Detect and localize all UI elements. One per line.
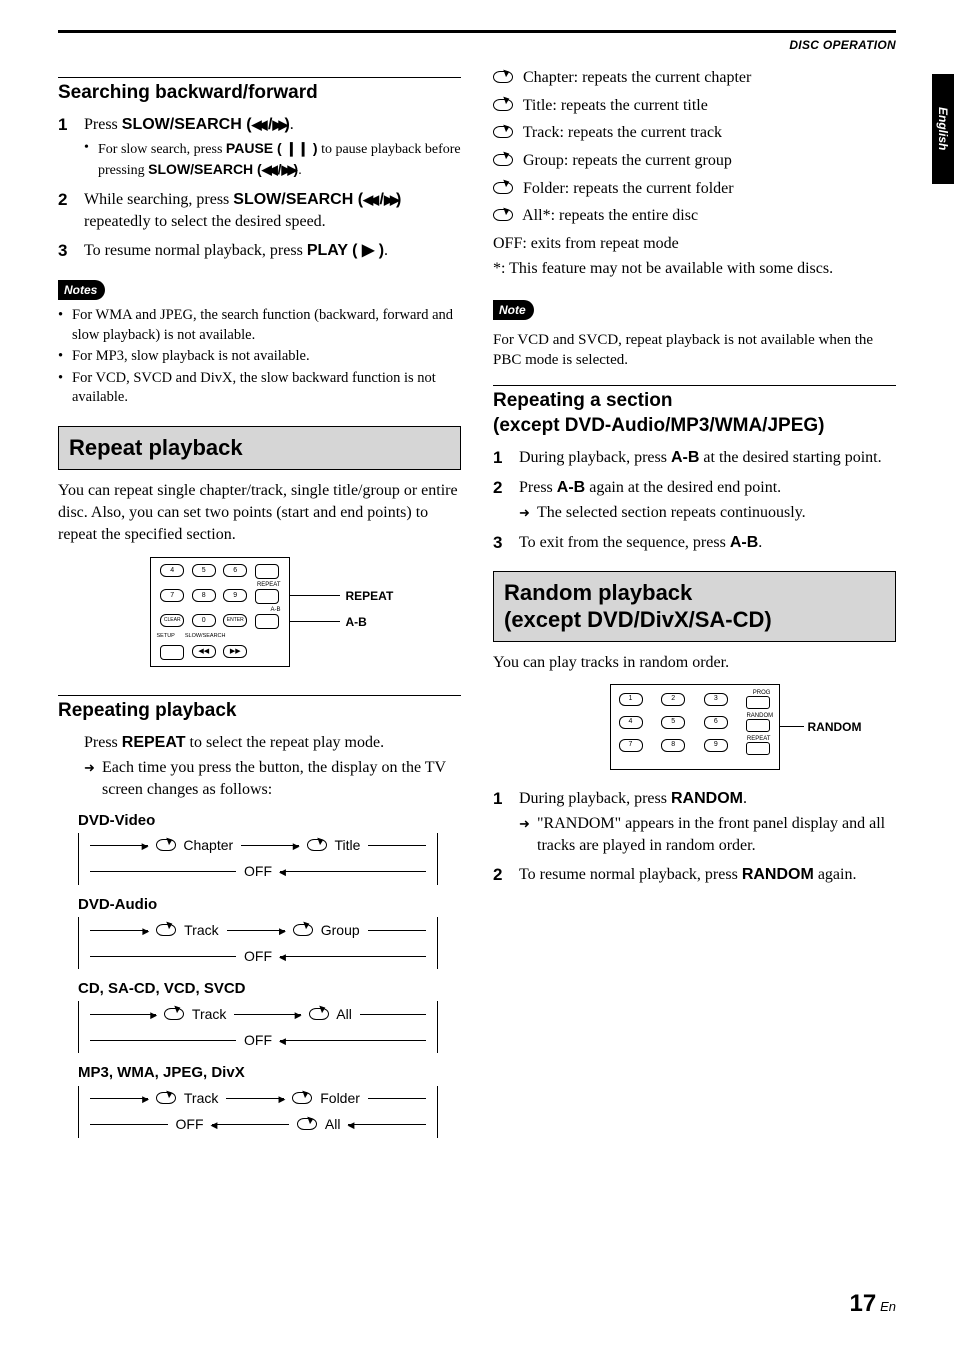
remote-repeat-btn bbox=[255, 589, 279, 604]
search-step-2: While searching, press SLOW/SEARCH (◀◀ /… bbox=[58, 189, 461, 232]
page-category: DISC OPERATION bbox=[58, 37, 896, 53]
cycle-dvd-video-title: DVD-Video bbox=[78, 811, 461, 831]
category-text: DISC OPERATION bbox=[789, 37, 896, 53]
left-column: Searching backward/forward Press SLOW/SE… bbox=[58, 67, 461, 1145]
remote-ab-btn bbox=[255, 614, 279, 629]
repeating-instruction: Press REPEAT to select the repeat play m… bbox=[84, 732, 461, 754]
repeat-icon bbox=[156, 839, 176, 851]
note-item: For WMA and JPEG, the search function (b… bbox=[58, 306, 461, 345]
language-tab: English bbox=[932, 74, 954, 184]
search-step-3: To resume normal playback, press PLAY ( … bbox=[58, 240, 461, 262]
remote-random-btn bbox=[746, 719, 770, 732]
manual-page: DISC OPERATION English Searching backwar… bbox=[0, 0, 954, 1348]
remote-diagram-repeat: 456 REPEAT 789 A-B CLEAR0ENTER SETUPSLOW… bbox=[110, 557, 410, 677]
search-steps: Press SLOW/SEARCH (◀◀ /▶▶). For slow sea… bbox=[58, 114, 461, 262]
callout-random: RANDOM bbox=[808, 719, 862, 735]
section-repeating-section: Repeating a section (except DVD-Audio/MP… bbox=[493, 388, 896, 439]
heading-repeat-playback: Repeat playback bbox=[58, 426, 461, 470]
random-step-1: During playback, press RANDOM. "RANDOM" … bbox=[493, 788, 896, 857]
search-notes-list: For WMA and JPEG, the search function (b… bbox=[58, 306, 461, 408]
search-step-1-sub: For slow search, press PAUSE ( ❙❙ ) to p… bbox=[84, 139, 461, 181]
section-searching: Searching backward/forward bbox=[58, 80, 461, 106]
rewind-icon: ◀◀ bbox=[252, 117, 264, 132]
forward-icon: ▶▶ bbox=[272, 117, 284, 132]
cycle-mp3-title: MP3, WMA, JPEG, DivX bbox=[78, 1063, 461, 1083]
note-item: For MP3, slow playback is not available. bbox=[58, 347, 461, 367]
cycle-dvd-audio: Track Group OFF bbox=[78, 917, 438, 969]
remote-side-btn bbox=[255, 564, 279, 579]
cycle-mp3: Track Folder OFF All bbox=[78, 1086, 438, 1138]
note-item: For VCD, SVCD and DivX, the slow backwar… bbox=[58, 369, 461, 408]
language-tab-text: English bbox=[935, 107, 951, 150]
ab-step-3: To exit from the sequence, press A-B. bbox=[493, 532, 896, 554]
callout-repeat: REPEAT bbox=[346, 588, 394, 604]
repeat-intro: You can repeat single chapter/track, sin… bbox=[58, 480, 461, 545]
random-intro: You can play tracks in random order. bbox=[493, 652, 896, 674]
ab-steps: During playback, press A-B at the desire… bbox=[493, 447, 896, 553]
remote-diagram-random: 123PROG 456RANDOM 789REPEAT RANDOM bbox=[540, 684, 850, 774]
heading-random-playback: Random playback (except DVD/DivX/SA-CD) bbox=[493, 571, 896, 642]
repeat-icon bbox=[493, 71, 513, 83]
cycle-dvd-video: Chapter Title OFF bbox=[78, 833, 438, 885]
page-number: 17 En bbox=[850, 1288, 897, 1320]
ab-step-2: Press A-B again at the desired end point… bbox=[493, 477, 896, 524]
note-label-right: Note bbox=[493, 300, 534, 320]
off-line: OFF: exits from repeat mode bbox=[493, 233, 896, 255]
cycle-dvd-audio-title: DVD-Audio bbox=[78, 895, 461, 915]
search-step-1: Press SLOW/SEARCH (◀◀ /▶▶). For slow sea… bbox=[58, 114, 461, 181]
top-rule bbox=[58, 30, 896, 33]
cycle-cd-title: CD, SA-CD, VCD, SVCD bbox=[78, 979, 461, 999]
ab-step-1: During playback, press A-B at the desire… bbox=[493, 447, 896, 469]
section-repeating-playback: Repeating playback bbox=[58, 698, 461, 724]
cycle-cd: Track All OFF bbox=[78, 1001, 438, 1053]
right-column: Chapter: repeats the current chapter Tit… bbox=[493, 67, 896, 1145]
remote-btn-4: 4 bbox=[160, 564, 184, 577]
random-step-2: To resume normal playback, press RANDOM … bbox=[493, 864, 896, 886]
callout-ab: A-B bbox=[346, 614, 367, 630]
repeat-mode-item: Chapter: repeats the current chapter bbox=[493, 67, 896, 89]
notes-label: Notes bbox=[58, 280, 105, 300]
asterisk-note: *: This feature may not be available wit… bbox=[493, 258, 896, 280]
remote-body: 456 REPEAT 789 A-B CLEAR0ENTER SETUPSLOW… bbox=[150, 557, 290, 667]
remote2-body: 123PROG 456RANDOM 789REPEAT bbox=[610, 684, 780, 770]
repeating-arrow-note: Each time you press the button, the disp… bbox=[84, 757, 461, 800]
note-text-right: For VCD and SVCD, repeat playback is not… bbox=[493, 330, 896, 371]
repeat-modes-list: Chapter: repeats the current chapter Tit… bbox=[493, 67, 896, 227]
random-steps: During playback, press RANDOM. "RANDOM" … bbox=[493, 788, 896, 886]
